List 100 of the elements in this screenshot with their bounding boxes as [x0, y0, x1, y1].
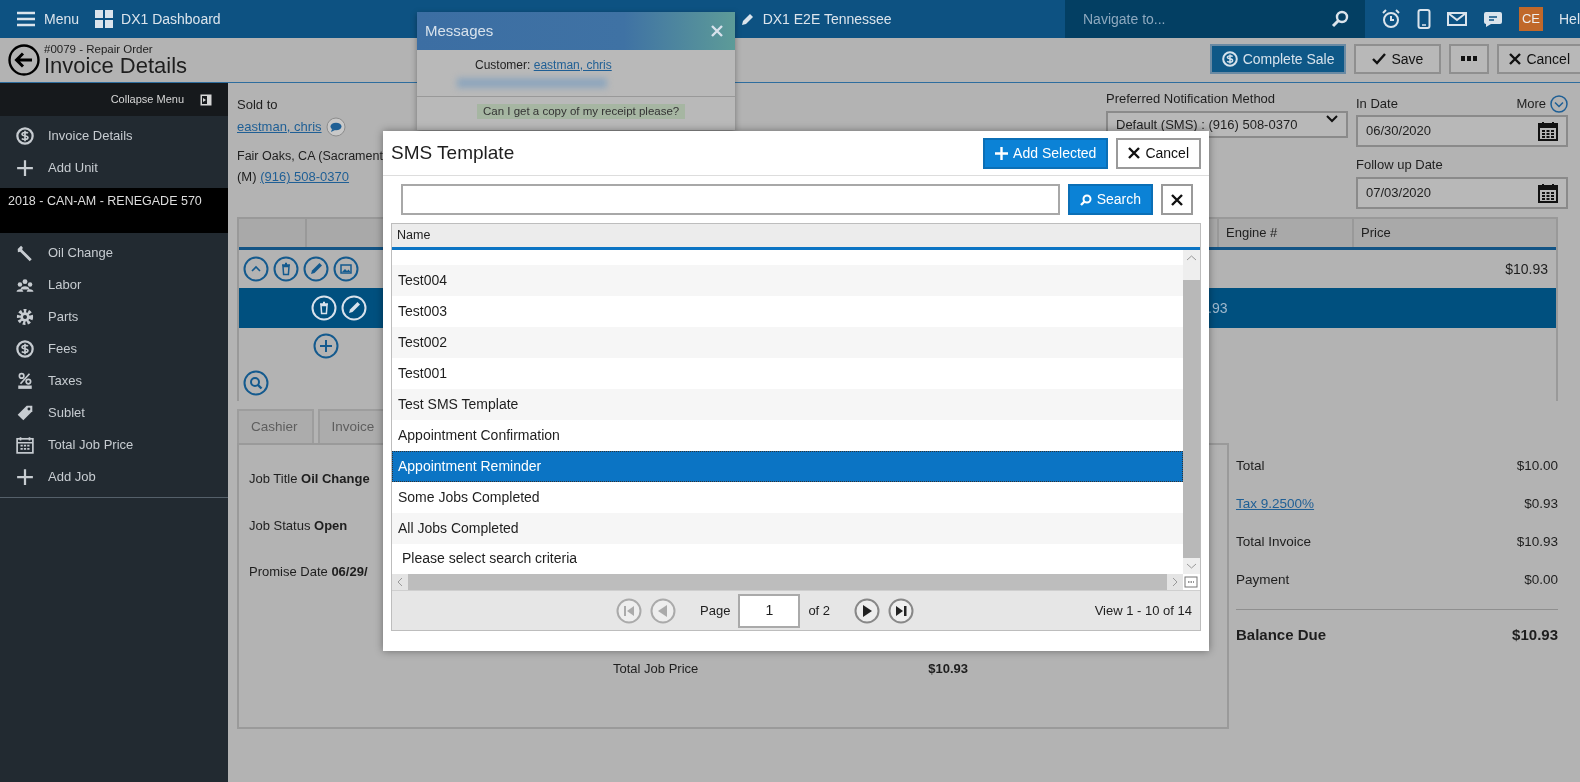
- dots-icon: [1461, 56, 1478, 62]
- chat-icon[interactable]: [1483, 10, 1503, 28]
- plus-icon: [16, 468, 34, 486]
- template-row[interactable]: Test004: [392, 265, 1183, 296]
- sidebar-item[interactable]: Add Job: [0, 461, 228, 493]
- search-field[interactable]: Navigate to...: [1065, 0, 1365, 38]
- add-circle-icon[interactable]: [313, 333, 339, 359]
- summary-label: Total Invoice: [1236, 532, 1312, 551]
- column-chooser-icon[interactable]: [1183, 574, 1200, 590]
- follow-up-date-field[interactable]: 07/03/2020: [1356, 176, 1568, 209]
- tag-icon: [16, 404, 34, 422]
- sidebar-item[interactable]: Total Job Price: [0, 429, 228, 461]
- calendar-icon[interactable]: [1538, 121, 1558, 141]
- sidebar-item[interactable]: Parts: [0, 301, 228, 333]
- search-icon: [1079, 193, 1092, 206]
- follow-up-label: Follow up Date: [1356, 156, 1444, 174]
- save-button[interactable]: Save: [1354, 44, 1442, 74]
- collapse-up-icon[interactable]: [243, 256, 269, 282]
- search-field[interactable]: [401, 184, 1060, 215]
- last-page-icon[interactable]: [888, 597, 915, 624]
- expand-circle-icon[interactable]: [1550, 95, 1568, 113]
- image-icon[interactable]: [333, 256, 359, 282]
- next-page-icon[interactable]: [854, 597, 881, 624]
- horizontal-scrollbar[interactable]: [392, 574, 1200, 590]
- scroll-right-icon[interactable]: [1167, 574, 1183, 590]
- page-count: of 2: [808, 601, 831, 620]
- menu-button[interactable]: Menu: [16, 8, 80, 30]
- total-job-price-value: $10.93: [928, 660, 968, 678]
- template-row[interactable]: Test SMS Template: [392, 389, 1183, 420]
- sidebar-item[interactable]: Invoice Details: [0, 120, 228, 152]
- template-row[interactable]: All Jobs Completed: [392, 513, 1183, 544]
- template-row[interactable]: Test002: [392, 327, 1183, 358]
- trash-icon[interactable]: [273, 256, 299, 282]
- collapse-menu-label[interactable]: Collapse Menu: [110, 91, 184, 108]
- alarm-clock-icon[interactable]: [1381, 9, 1401, 29]
- dollar-icon: [16, 127, 34, 145]
- template-row[interactable]: Test003: [392, 296, 1183, 327]
- close-icon: [1171, 193, 1183, 206]
- page-summary: View 1 - 10 of 14: [1094, 601, 1192, 620]
- chat-bubble-icon[interactable]: [325, 116, 346, 137]
- summary-value: $10.00: [1516, 456, 1558, 475]
- template-row[interactable]: Appointment Confirmation: [392, 420, 1183, 451]
- sidebar-item[interactable]: Fees: [0, 333, 228, 365]
- close-icon: [1509, 53, 1522, 65]
- close-icon[interactable]: [711, 25, 723, 37]
- sidebar-item[interactable]: Oil Change: [0, 237, 228, 269]
- summary-value: $10.93: [1516, 532, 1558, 551]
- more-label[interactable]: More: [1516, 94, 1546, 114]
- page-title: Invoice Details: [44, 55, 188, 78]
- sidebar-item[interactable]: Add Unit: [0, 152, 228, 184]
- sidebar-item[interactable]: Sublet: [0, 397, 228, 429]
- notification-select[interactable]: Default (SMS) : (916) 508-0370: [1106, 110, 1348, 138]
- phone-icon[interactable]: [1417, 9, 1431, 29]
- more-button[interactable]: [1449, 44, 1490, 74]
- search-button[interactable]: Search: [1067, 184, 1153, 215]
- summary-label: Payment: [1236, 570, 1290, 589]
- dashboard-link[interactable]: DX1 Dashboard: [95, 8, 221, 30]
- first-page-icon[interactable]: [616, 597, 642, 624]
- plus-icon: [16, 159, 34, 177]
- in-date-field[interactable]: 06/30/2020: [1356, 115, 1568, 147]
- pencil-icon[interactable]: [740, 12, 755, 26]
- scroll-left-icon[interactable]: [392, 574, 408, 590]
- mail-icon[interactable]: [1447, 11, 1467, 27]
- help-link[interactable]: Hel: [1559, 8, 1580, 30]
- template-row[interactable]: Some Jobs Completed: [392, 482, 1183, 513]
- page-field[interactable]: 1: [738, 593, 801, 628]
- previous-page-icon[interactable]: [650, 597, 676, 624]
- percent-icon: [16, 372, 34, 390]
- column-header: Name: [397, 227, 431, 245]
- customer-link[interactable]: eastman, chris: [533, 58, 612, 72]
- price-cell-text: $10.93: [1505, 259, 1549, 279]
- edit-icon[interactable]: [303, 256, 329, 282]
- sidebar-item[interactable]: Labor: [0, 269, 228, 301]
- summary-label: Total: [1236, 456, 1265, 475]
- notification-label: Preferred Notification Method: [1106, 90, 1277, 108]
- summary-value: $0.93: [1524, 494, 1558, 513]
- add-selected-button[interactable]: Add Selected: [983, 137, 1109, 169]
- template-row[interactable]: Test001: [392, 358, 1183, 389]
- message-bubble: Can I get a copy of my receipt please?: [477, 104, 686, 119]
- cancel-button[interactable]: Cancel: [1497, 44, 1580, 74]
- check-icon: [1372, 53, 1387, 65]
- clear-button[interactable]: [1161, 184, 1193, 215]
- grid-icon: [95, 10, 114, 28]
- job-field: Promise Date 06/29/: [249, 562, 368, 582]
- phone-type: (M): [237, 169, 257, 185]
- search-icon[interactable]: [1331, 10, 1349, 28]
- column-header: Engine #: [1226, 224, 1278, 243]
- template-row[interactable]: Appointment Reminder: [392, 451, 1183, 482]
- page-label: Page: [700, 601, 731, 620]
- sold-to-label: Sold to: [237, 96, 279, 114]
- collapse-icon[interactable]: [200, 93, 212, 106]
- complete-sale-button[interactable]: Complete Sale: [1209, 44, 1347, 74]
- sidebar-item[interactable]: Taxes: [0, 365, 228, 397]
- column-header: Price: [1361, 224, 1391, 243]
- calendar-icon[interactable]: [1538, 182, 1558, 203]
- cancel-button[interactable]: Cancel: [1116, 137, 1201, 169]
- navigate-field[interactable]: Navigate to...: [1081, 7, 1311, 31]
- order-number: #0079 - Repair Order: [44, 42, 154, 56]
- total-job-price-label: Total Job Price: [613, 660, 699, 678]
- wrench-icon: [16, 244, 34, 262]
